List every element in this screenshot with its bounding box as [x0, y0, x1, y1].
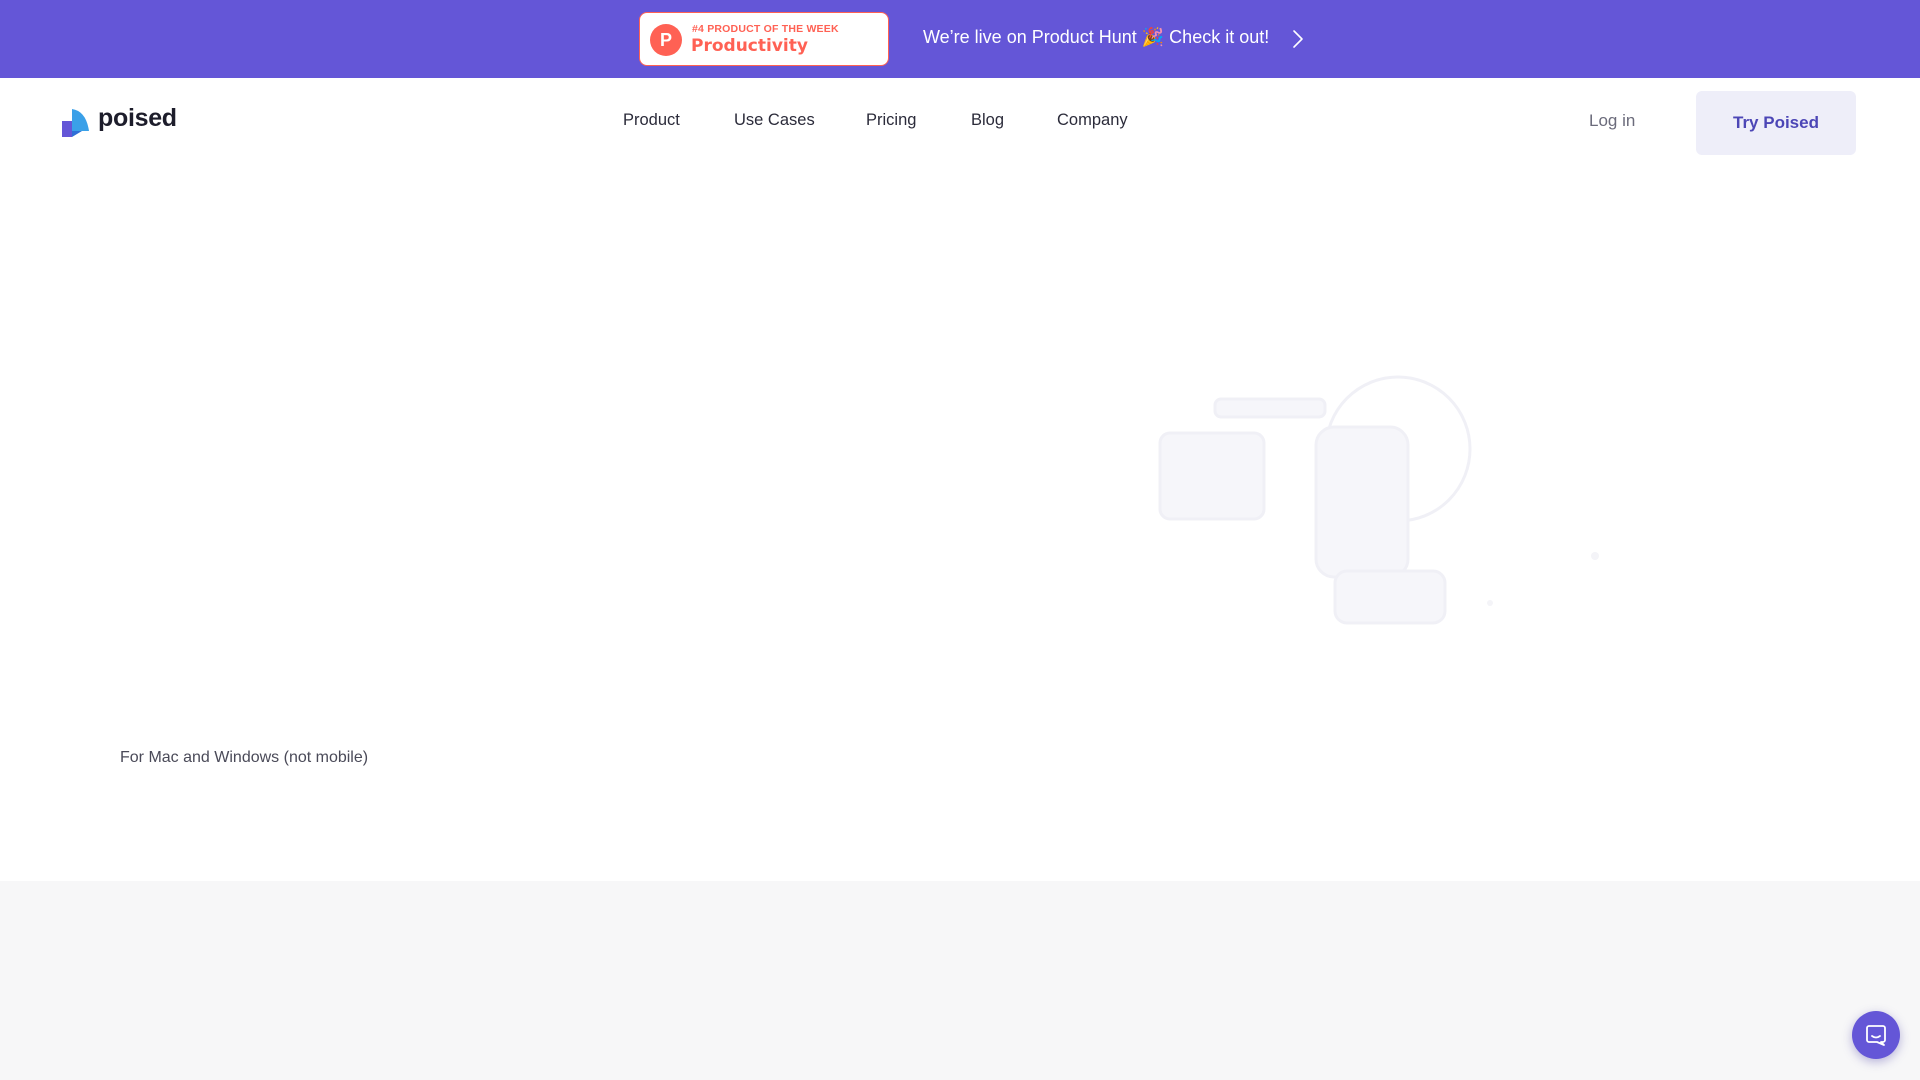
announcement-banner[interactable]: P #4 PRODUCT OF THE WEEK Productivity We… — [0, 0, 1920, 78]
badge-category: Productivity — [691, 36, 808, 56]
chat-icon — [1866, 1025, 1886, 1046]
site-header: poised Product Use Cases Pricing Blog Co… — [0, 78, 1920, 166]
nav-pricing[interactable]: Pricing — [866, 111, 916, 130]
product-hunt-badge[interactable]: P #4 PRODUCT OF THE WEEK Productivity — [639, 12, 889, 66]
chevron-right-icon[interactable] — [1290, 27, 1306, 51]
nav-company[interactable]: Company — [1057, 111, 1128, 130]
hero-section: For Mac and Windows (not mobile) — [0, 166, 1920, 881]
nav-blog[interactable]: Blog — [971, 111, 1004, 130]
chat-launcher-button[interactable] — [1852, 1011, 1900, 1059]
product-hunt-icon: P — [650, 24, 682, 56]
platform-note: For Mac and Windows (not mobile) — [120, 749, 369, 766]
login-link[interactable]: Log in — [1589, 111, 1635, 131]
announcement-text[interactable]: We’re live on Product Hunt 🎉 Check it ou… — [923, 27, 1269, 48]
logo-wordmark[interactable]: poised — [98, 104, 177, 133]
try-poised-button[interactable]: Try Poised — [1696, 91, 1856, 155]
lower-section — [0, 881, 1920, 1080]
poised-logo-icon[interactable] — [62, 109, 92, 137]
badge-kicker: #4 PRODUCT OF THE WEEK — [692, 23, 839, 35]
hero-illustration — [1158, 375, 1599, 625]
nav-use-cases[interactable]: Use Cases — [734, 111, 815, 130]
product-hunt-logo-letter: P — [660, 30, 672, 50]
nav-product[interactable]: Product — [623, 111, 680, 130]
